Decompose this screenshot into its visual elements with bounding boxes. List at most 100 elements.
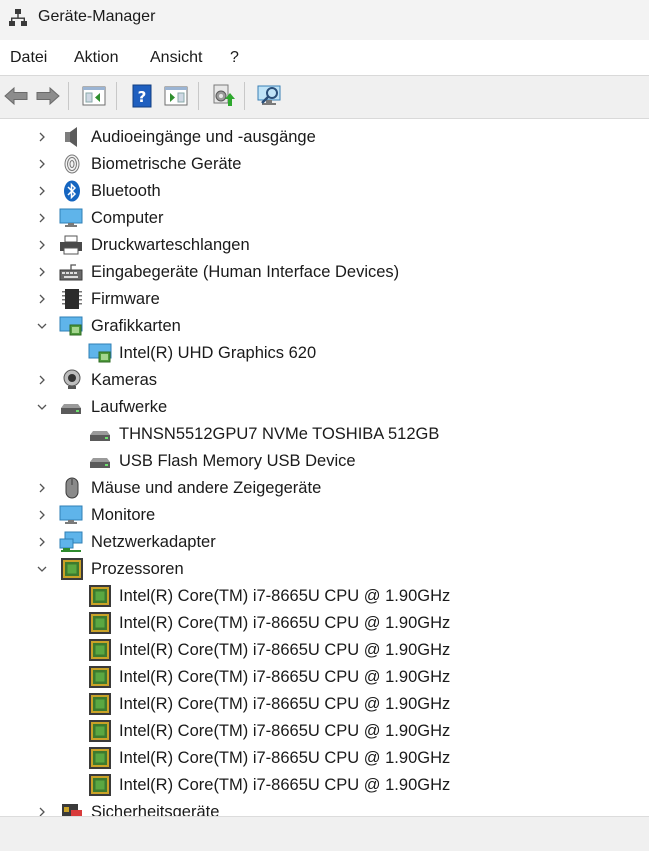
display-adapter-icon bbox=[88, 343, 112, 363]
tree-item-label: Intel(R) Core(TM) i7-8665U CPU @ 1.90GHz bbox=[119, 641, 451, 659]
show-action-pane-icon[interactable] bbox=[162, 82, 190, 110]
tree-item-gpu[interactable]: Intel(R) UHD Graphics 620 bbox=[0, 340, 649, 367]
computer-monitor-icon bbox=[59, 208, 83, 227]
menu-help[interactable]: ? bbox=[230, 49, 239, 67]
processor-icon bbox=[61, 558, 83, 580]
webcam-icon bbox=[63, 369, 81, 389]
tree-item-hid[interactable]: Eingabegeräte (Human Interface Devices) bbox=[0, 259, 649, 286]
menu-action[interactable]: Aktion bbox=[74, 49, 118, 67]
chevron-right-icon[interactable] bbox=[36, 482, 48, 494]
tree-item-cpu[interactable]: Intel(R) Core(TM) i7-8665U CPU @ 1.90GHz bbox=[0, 772, 649, 799]
tree-item-display-adapters[interactable]: Grafikkarten bbox=[0, 313, 649, 340]
scan-hardware-changes-icon[interactable] bbox=[256, 82, 284, 110]
tree-item-bluetooth[interactable]: Bluetooth bbox=[0, 178, 649, 205]
tree-item-processors[interactable]: Prozessoren bbox=[0, 556, 649, 583]
tree-item-mice[interactable]: Mäuse und andere Zeigegeräte bbox=[0, 475, 649, 502]
network-adapter-icon bbox=[59, 531, 83, 552]
tree-item-label: Intel(R) Core(TM) i7-8665U CPU @ 1.90GHz bbox=[119, 749, 451, 767]
tree-item-label: Druckwarteschlangen bbox=[91, 236, 250, 254]
tree-item-cpu[interactable]: Intel(R) Core(TM) i7-8665U CPU @ 1.90GHz bbox=[0, 637, 649, 664]
tree-item-label: Intel(R) Core(TM) i7-8665U CPU @ 1.90GHz bbox=[119, 776, 451, 794]
tree-item-computer[interactable]: Computer bbox=[0, 205, 649, 232]
tree-item-cpu[interactable]: Intel(R) Core(TM) i7-8665U CPU @ 1.90GHz bbox=[0, 610, 649, 637]
help-icon[interactable]: ? bbox=[128, 82, 156, 110]
processor-icon bbox=[89, 747, 111, 769]
chevron-right-icon[interactable] bbox=[36, 212, 48, 224]
tree-item-audio[interactable]: Audioeingänge und -ausgänge bbox=[0, 124, 649, 151]
device-tree[interactable]: Audioeingänge und -ausgänge Biometrische… bbox=[0, 123, 649, 816]
chevron-right-icon[interactable] bbox=[36, 509, 48, 521]
tree-item-cpu[interactable]: Intel(R) Core(TM) i7-8665U CPU @ 1.90GHz bbox=[0, 718, 649, 745]
tree-item-network[interactable]: Netzwerkadapter bbox=[0, 529, 649, 556]
title-bar[interactable]: Geräte-Manager bbox=[0, 0, 649, 40]
tree-item-label: Prozessoren bbox=[91, 560, 184, 578]
tree-item-cpu[interactable]: Intel(R) Core(TM) i7-8665U CPU @ 1.90GHz bbox=[0, 583, 649, 610]
tree-item-label: Intel(R) Core(TM) i7-8665U CPU @ 1.90GHz bbox=[119, 668, 451, 686]
chevron-right-icon[interactable] bbox=[36, 374, 48, 386]
tree-item-label: Bluetooth bbox=[91, 182, 161, 200]
tree-item-cpu[interactable]: Intel(R) Core(TM) i7-8665U CPU @ 1.90GHz bbox=[0, 664, 649, 691]
monitor-icon bbox=[59, 505, 83, 524]
chevron-right-icon[interactable] bbox=[36, 239, 48, 251]
mouse-icon bbox=[65, 477, 79, 499]
processor-icon bbox=[89, 720, 111, 742]
menu-file[interactable]: Datei bbox=[10, 49, 47, 67]
tree-item-drive[interactable]: THNSN5512GPU7 NVMe TOSHIBA 512GB bbox=[0, 421, 649, 448]
tree-item-label: Intel(R) Core(TM) i7-8665U CPU @ 1.90GHz bbox=[119, 695, 451, 713]
chevron-right-icon[interactable] bbox=[36, 158, 48, 170]
window-title: Geräte-Manager bbox=[38, 8, 156, 25]
chevron-down-icon[interactable] bbox=[36, 320, 48, 332]
processor-icon bbox=[89, 585, 111, 607]
device-manager-icon bbox=[9, 9, 27, 26]
svg-text:?: ? bbox=[138, 88, 147, 106]
toolbar-separator bbox=[116, 82, 117, 110]
chevron-right-icon[interactable] bbox=[36, 266, 48, 278]
tree-item-print-queues[interactable]: Druckwarteschlangen bbox=[0, 232, 649, 259]
tree-item-label: Laufwerke bbox=[91, 398, 168, 416]
tree-item-label: Intel(R) UHD Graphics 620 bbox=[119, 344, 317, 362]
processor-icon bbox=[89, 612, 111, 634]
toolbar: ? bbox=[0, 75, 649, 119]
tree-item-drives[interactable]: Laufwerke bbox=[0, 394, 649, 421]
tree-item-label: Sicherheitsgeräte bbox=[91, 803, 220, 816]
tree-item-label: Kameras bbox=[91, 371, 158, 389]
tree-item-label: THNSN5512GPU7 NVMe TOSHIBA 512GB bbox=[119, 425, 440, 443]
tree-item-security[interactable]: Sicherheitsgeräte bbox=[0, 799, 649, 816]
tree-item-cpu[interactable]: Intel(R) Core(TM) i7-8665U CPU @ 1.90GHz bbox=[0, 745, 649, 772]
show-hide-console-tree-icon[interactable] bbox=[80, 82, 108, 110]
update-driver-icon[interactable] bbox=[208, 82, 236, 110]
processor-icon bbox=[89, 774, 111, 796]
keyboard-icon bbox=[59, 264, 83, 281]
chevron-right-icon[interactable] bbox=[36, 806, 48, 816]
tree-item-cpu[interactable]: Intel(R) Core(TM) i7-8665U CPU @ 1.90GHz bbox=[0, 691, 649, 718]
disk-drive-icon bbox=[61, 404, 81, 414]
chevron-right-icon[interactable] bbox=[36, 131, 48, 143]
processor-icon bbox=[89, 693, 111, 715]
toolbar-separator bbox=[244, 82, 245, 110]
menu-view[interactable]: Ansicht bbox=[150, 49, 202, 67]
printer-icon bbox=[60, 235, 82, 255]
tree-item-monitors[interactable]: Monitore bbox=[0, 502, 649, 529]
chevron-right-icon[interactable] bbox=[36, 536, 48, 548]
chevron-down-icon[interactable] bbox=[36, 401, 48, 413]
toolbar-separator bbox=[198, 82, 199, 110]
chevron-right-icon[interactable] bbox=[36, 185, 48, 197]
disk-drive-icon bbox=[90, 458, 110, 468]
chevron-down-icon[interactable] bbox=[36, 563, 48, 575]
tree-item-label: Grafikkarten bbox=[91, 317, 181, 335]
tree-item-label: Monitore bbox=[91, 506, 156, 524]
tree-item-label: Firmware bbox=[91, 290, 160, 308]
tree-item-cameras[interactable]: Kameras bbox=[0, 367, 649, 394]
chevron-right-icon[interactable] bbox=[36, 293, 48, 305]
processor-icon bbox=[89, 666, 111, 688]
toolbar-separator bbox=[68, 82, 69, 110]
forward-arrow-icon[interactable] bbox=[34, 82, 62, 110]
tree-item-label: Biometrische Geräte bbox=[91, 155, 242, 173]
tree-item-label: Intel(R) Core(TM) i7-8665U CPU @ 1.90GHz bbox=[119, 587, 451, 605]
tree-item-label: Eingabegeräte (Human Interface Devices) bbox=[91, 263, 400, 281]
speaker-icon bbox=[65, 127, 77, 147]
tree-item-biometric[interactable]: Biometrische Geräte bbox=[0, 151, 649, 178]
back-arrow-icon[interactable] bbox=[2, 82, 30, 110]
tree-item-firmware[interactable]: Firmware bbox=[0, 286, 649, 313]
tree-item-drive[interactable]: USB Flash Memory USB Device bbox=[0, 448, 649, 475]
